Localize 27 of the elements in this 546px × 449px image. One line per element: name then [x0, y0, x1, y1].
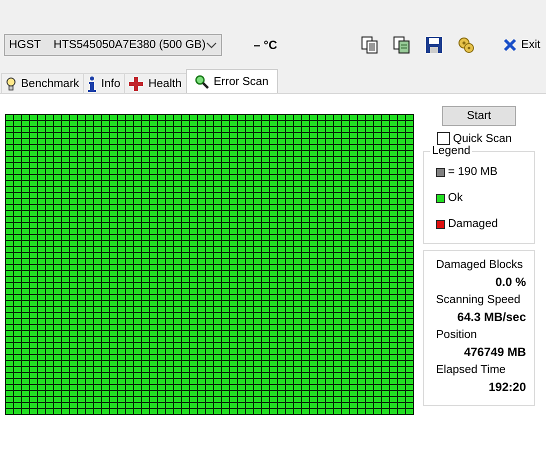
legend-label: = 190 MB [448, 166, 498, 178]
legend-label: Ok [448, 192, 463, 204]
stat-value: 476749 MB [462, 345, 526, 359]
stat-value: 64.3 MB/sec [456, 310, 526, 324]
tab[interactable]: Info [83, 73, 126, 93]
drive-dropdown[interactable]: HGST HTS545050A7E380 (500 GB) [4, 34, 222, 56]
start-button[interactable]: Start [442, 106, 516, 126]
cross-icon [129, 76, 144, 90]
legend-label: Damaged [448, 218, 498, 230]
lightbulb-icon [6, 76, 16, 90]
stat-value: 0.0 % [494, 275, 526, 289]
tab[interactable]: Health [124, 73, 187, 93]
stat-label: Elapsed Time [436, 364, 507, 376]
stat-label: Damaged Blocks [436, 259, 524, 271]
stat-value: 192:20 [488, 380, 526, 394]
close-icon [503, 38, 518, 52]
chevron-icon [206, 42, 217, 48]
magnifier-icon [194, 74, 209, 88]
stat-label: Scanning Speed [436, 294, 522, 306]
tab[interactable]: Benchmark [1, 73, 84, 93]
legend-title: Legend [431, 145, 472, 157]
temperature-reading: – °C [254, 38, 278, 52]
exit-button[interactable]: Exit [499, 36, 544, 54]
info-icon [88, 76, 96, 92]
stat-label: Position [436, 329, 478, 341]
tab[interactable]: Error Scan [186, 69, 278, 93]
quick-scan-checkbox[interactable]: Quick Scan [437, 132, 535, 145]
